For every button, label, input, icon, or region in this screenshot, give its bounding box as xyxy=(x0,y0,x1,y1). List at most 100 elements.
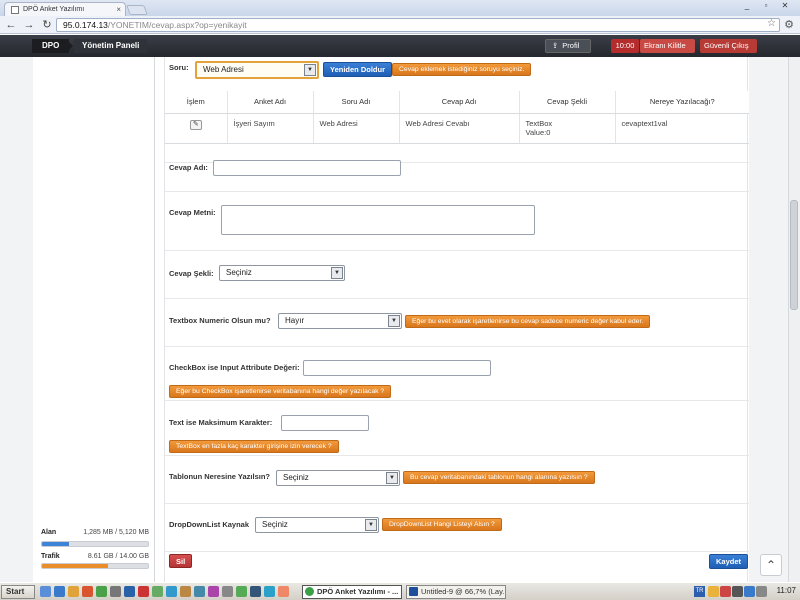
disk-usage-value: 1,285 MB / 5,120 MB xyxy=(83,529,149,536)
tab-title: DPÖ Anket Yazılımı xyxy=(23,6,85,13)
table-field-selected: Seçiniz xyxy=(283,473,309,482)
tray-icon[interactable] xyxy=(732,586,743,597)
browser-tab-bar: DPÖ Anket Yazılımı × _ ▫ ✕ xyxy=(0,0,800,16)
save-button[interactable]: Kaydet xyxy=(709,554,749,569)
dropdown-source-hint: DropDownList Hangi Listeyi Alsın ? xyxy=(382,518,502,531)
dropdown-source-selected: Seçiniz xyxy=(262,520,288,529)
taskbar-item-photoshop[interactable]: Untitled-9 @ 66,7% (Lay... xyxy=(406,585,506,599)
quicklaunch-icon[interactable] xyxy=(278,586,289,597)
dropdown-source-section: DropDownList Kaynak Seçiniz ▼ DropDownLi… xyxy=(165,504,749,552)
quicklaunch-icon[interactable] xyxy=(194,586,205,597)
tray-icon[interactable] xyxy=(708,586,719,597)
crumb-separator xyxy=(66,39,73,53)
tab-close-icon[interactable]: × xyxy=(116,5,121,14)
numeric-label: Textbox Numeric Olsun mu? xyxy=(169,316,271,325)
answer-text-input[interactable] xyxy=(221,205,535,235)
edit-icon[interactable]: ✎ xyxy=(189,119,202,130)
table-field-select[interactable]: Seçiniz ▼ xyxy=(276,470,400,486)
tray-icon[interactable] xyxy=(720,586,731,597)
lock-screen-button[interactable]: Ekranı Kilitle xyxy=(640,39,695,53)
traffic-bar xyxy=(41,563,149,569)
browser-tab[interactable]: DPÖ Anket Yazılımı × xyxy=(4,2,126,16)
question-hint: Cevap eklemek istediğiniz soruyu seçiniz… xyxy=(392,63,532,76)
question-label: Soru: xyxy=(169,63,189,72)
reload-icon[interactable]: ↻ xyxy=(40,18,54,32)
quicklaunch-icon[interactable] xyxy=(110,586,121,597)
quicklaunch-icon[interactable] xyxy=(40,586,51,597)
checkbox-attr-label: CheckBox ise Input Attribute Değeri: xyxy=(169,363,300,372)
new-tab-button[interactable] xyxy=(126,5,148,15)
window-close-icon[interactable]: ✕ xyxy=(776,1,794,13)
target-cell: cevaptext1val xyxy=(615,113,749,144)
quicklaunch-icon[interactable] xyxy=(96,586,107,597)
taskbar-item-browser[interactable]: DPÖ Anket Yazılımı - ... xyxy=(302,585,402,599)
speaker-icon[interactable] xyxy=(756,586,767,597)
quicklaunch-icon[interactable] xyxy=(208,586,219,597)
quicklaunch-icon[interactable] xyxy=(124,586,135,597)
quicklaunch-icon[interactable] xyxy=(68,586,79,597)
session-timer: 10:00 xyxy=(611,39,639,53)
chevron-down-icon: ▼ xyxy=(386,472,398,484)
forward-icon[interactable]: → xyxy=(22,18,36,32)
quicklaunch-icon[interactable] xyxy=(166,586,177,597)
quicklaunch-icon[interactable] xyxy=(82,586,93,597)
refresh-button[interactable]: Yeniden Doldur xyxy=(323,62,393,77)
col-header: Cevap Şekli xyxy=(519,91,616,114)
quicklaunch-icon[interactable] xyxy=(222,586,233,597)
col-header: Nereye Yazılacağı? xyxy=(615,91,749,114)
shape-cell: TextBox Value:0 xyxy=(519,113,616,144)
numeric-select[interactable]: Hayır ▼ xyxy=(278,313,402,329)
address-bar[interactable]: 95.0.174.13/YONETIM/cevap.aspx?op=yenika… xyxy=(56,18,780,32)
brand-crumb[interactable]: DPO xyxy=(32,39,70,53)
checkbox-attr-section: CheckBox ise Input Attribute Değeri: Eğe… xyxy=(165,347,749,401)
page-scrollbar[interactable] xyxy=(788,57,800,582)
quicklaunch-icon[interactable] xyxy=(180,586,191,597)
answer-shape-select[interactable]: Seçiniz ▼ xyxy=(219,265,345,281)
quicklaunch-icon[interactable] xyxy=(152,586,163,597)
row-action-cell: ✎ xyxy=(165,113,228,144)
photoshop-icon xyxy=(409,587,418,596)
panel-crumb[interactable]: Yönetim Paneli xyxy=(74,39,148,53)
chevron-down-icon: ▼ xyxy=(365,519,377,531)
checkbox-attr-input[interactable] xyxy=(303,360,491,376)
question-cell: Web Adresi xyxy=(313,113,400,144)
answer-form: Soru: Web Adresi ▼ Yeniden Doldur Cevap … xyxy=(164,57,749,582)
minimize-icon[interactable]: _ xyxy=(738,1,756,13)
col-header: İşlem xyxy=(165,91,228,114)
profile-button[interactable]: ⇪ Profil xyxy=(545,39,591,53)
start-button[interactable]: Start xyxy=(1,585,35,599)
os-taskbar: Start DPÖ Anket Yazılımı - ... Untitled-… xyxy=(0,582,800,600)
tray-icon[interactable] xyxy=(744,586,755,597)
logout-button[interactable]: Güvenli Çıkış xyxy=(700,39,757,53)
bookmark-star-icon[interactable]: ☆ xyxy=(767,18,776,29)
col-header: Anket Adı xyxy=(227,91,314,114)
dropdown-source-label: DropDownList Kaynak xyxy=(169,520,250,529)
answer-shape-selected: Seçiniz xyxy=(226,268,252,277)
quicklaunch-icon[interactable] xyxy=(236,586,247,597)
traffic-stat: Trafik 8.61 GB / 14.00 GB xyxy=(41,553,149,560)
scrollbar-thumb[interactable] xyxy=(790,200,798,310)
quicklaunch-icon[interactable] xyxy=(264,586,275,597)
table-field-section: Tablonun Neresine Yazılsın? Seçiniz ▼ Bu… xyxy=(165,456,749,504)
wrench-menu-icon[interactable]: ⚙ xyxy=(784,18,794,31)
url-path: /YONETIM/cevap.aspx?op=yenikayit xyxy=(107,20,247,30)
shape-type: TextBox xyxy=(525,118,553,128)
back-icon[interactable]: ← xyxy=(4,18,18,32)
answer-name-input[interactable] xyxy=(213,160,401,176)
max-char-input[interactable] xyxy=(281,415,369,431)
quicklaunch-icon[interactable] xyxy=(250,586,261,597)
maximize-icon[interactable]: ▫ xyxy=(757,1,775,13)
quicklaunch-icon[interactable] xyxy=(54,586,65,597)
language-indicator[interactable]: TR xyxy=(694,586,705,597)
delete-button[interactable]: Sil xyxy=(169,554,193,568)
url-host: 95.0.174.13 xyxy=(63,20,108,30)
question-select[interactable]: Web Adresi ▼ xyxy=(195,61,319,79)
quicklaunch-icon[interactable] xyxy=(138,586,149,597)
browser-icon xyxy=(305,587,314,596)
scroll-top-icon[interactable]: ⌃ xyxy=(760,554,782,576)
right-gutter: ⌃ xyxy=(749,57,788,582)
table-field-hint: Bu cevap veritabanındaki tablonun hangi … xyxy=(403,471,595,484)
dropdown-source-select[interactable]: Seçiniz ▼ xyxy=(255,517,379,533)
survey-cell: İşyeri Sayım xyxy=(227,113,314,144)
chevron-down-icon: ▼ xyxy=(388,315,400,327)
